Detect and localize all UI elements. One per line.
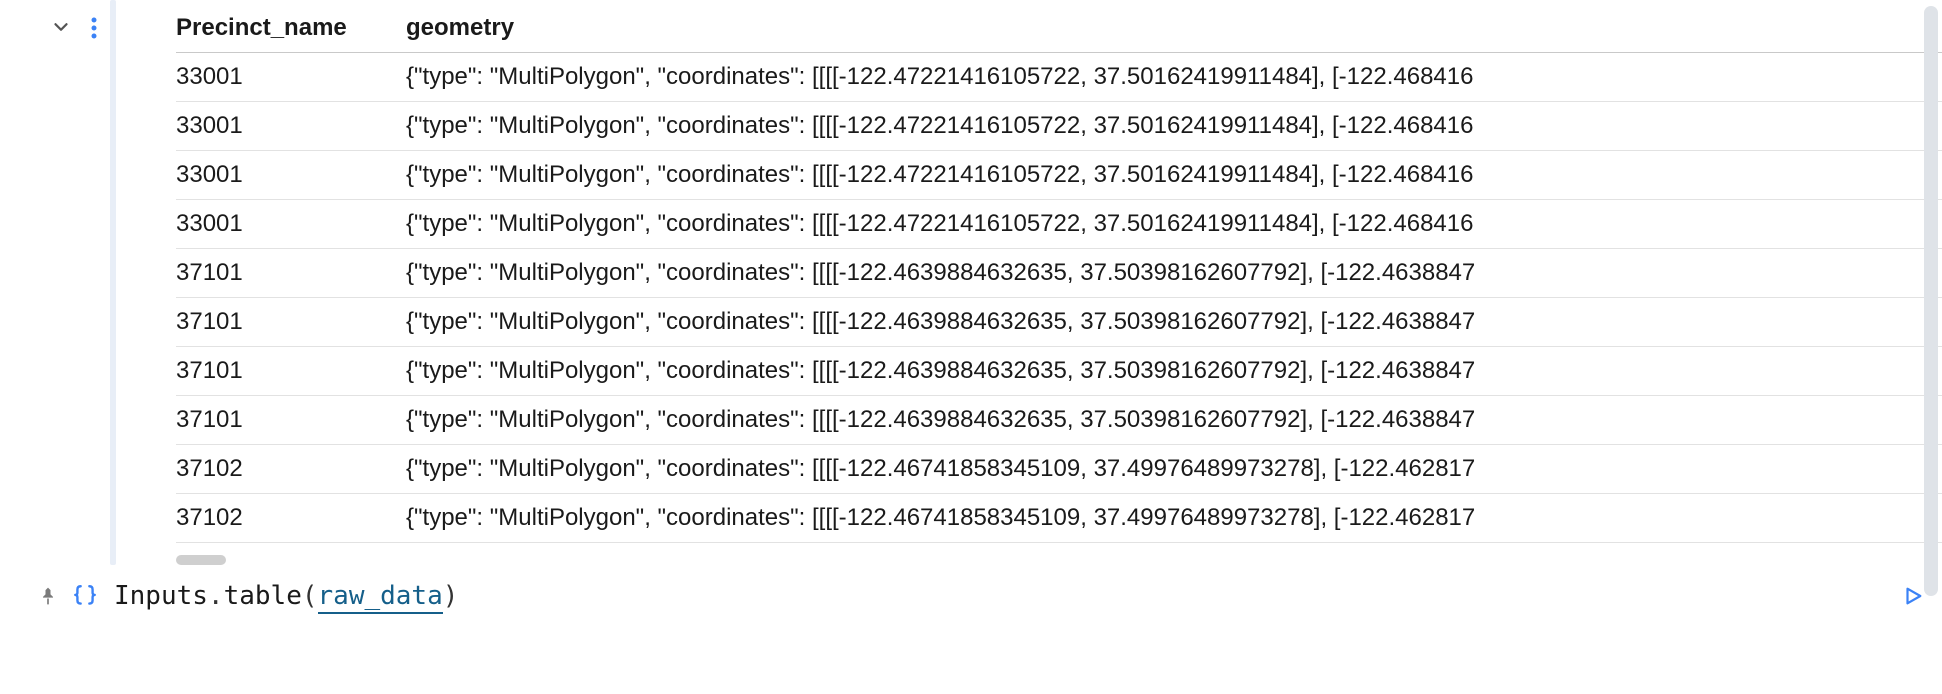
cell-geometry: {"type": "MultiPolygon", "coordinates": … [406,249,1942,298]
code-open-paren: ( [302,581,318,611]
column-header-geometry[interactable]: geometry [406,6,1942,53]
cell-precinct: 37101 [176,298,406,347]
cell-geometry: {"type": "MultiPolygon", "coordinates": … [406,53,1942,102]
cell-precinct: 33001 [176,102,406,151]
pin-icon[interactable] [38,584,58,608]
table-output: Precinct_name geometry 33001{"type": "Mu… [126,0,1942,565]
code-line[interactable]: Inputs.table(raw_data) [110,581,1902,611]
table-row[interactable]: 37102{"type": "MultiPolygon", "coordinat… [176,445,1942,494]
cell-geometry: {"type": "MultiPolygon", "coordinates": … [406,151,1942,200]
table-body: 33001{"type": "MultiPolygon", "coordinat… [176,53,1942,543]
output-cell: Precinct_name geometry 33001{"type": "Mu… [0,0,1942,565]
cell-precinct: 37102 [176,494,406,543]
cell-geometry: {"type": "MultiPolygon", "coordinates": … [406,200,1942,249]
table-row[interactable]: 37101{"type": "MultiPolygon", "coordinat… [176,396,1942,445]
horizontal-scrollbar[interactable] [176,555,1942,565]
code-gutter [0,583,110,609]
vertical-scrollbar[interactable] [1924,6,1938,596]
braces-icon[interactable] [72,583,98,609]
code-dot: . [208,581,224,611]
cell-geometry: {"type": "MultiPolygon", "coordinates": … [406,298,1942,347]
table-row[interactable]: 37101{"type": "MultiPolygon", "coordinat… [176,347,1942,396]
table-row[interactable]: 33001{"type": "MultiPolygon", "coordinat… [176,102,1942,151]
collapse-chevron-icon[interactable] [50,16,72,38]
cell-geometry: {"type": "MultiPolygon", "coordinates": … [406,347,1942,396]
table-row[interactable]: 37101{"type": "MultiPolygon", "coordinat… [176,298,1942,347]
cell-precinct: 37101 [176,249,406,298]
cell-precinct: 37101 [176,347,406,396]
cell-precinct: 33001 [176,53,406,102]
table-row[interactable]: 33001{"type": "MultiPolygon", "coordinat… [176,200,1942,249]
cell-geometry: {"type": "MultiPolygon", "coordinates": … [406,396,1942,445]
column-header-precinct[interactable]: Precinct_name [176,6,406,53]
table-row[interactable]: 33001{"type": "MultiPolygon", "coordinat… [176,151,1942,200]
table-row[interactable]: 33001{"type": "MultiPolygon", "coordinat… [176,53,1942,102]
cell-geometry: {"type": "MultiPolygon", "coordinates": … [406,494,1942,543]
cell-precinct: 33001 [176,200,406,249]
output-gutter [0,0,110,565]
cell-precinct: 33001 [176,151,406,200]
cell-precinct: 37102 [176,445,406,494]
code-method: table [224,581,302,611]
code-variable[interactable]: raw_data [318,581,443,614]
code-close-paren: ) [443,581,459,611]
cell-geometry: {"type": "MultiPolygon", "coordinates": … [406,102,1942,151]
code-cell[interactable]: Inputs.table(raw_data) [0,581,1942,611]
table-row[interactable]: 37102{"type": "MultiPolygon", "coordinat… [176,494,1942,543]
run-play-icon[interactable] [1902,583,1924,609]
cell-precinct: 37101 [176,396,406,445]
more-vertical-icon[interactable] [90,16,98,40]
table-row[interactable]: 37101{"type": "MultiPolygon", "coordinat… [176,249,1942,298]
code-identifier: Inputs [114,581,208,611]
cell-geometry: {"type": "MultiPolygon", "coordinates": … [406,445,1942,494]
data-table: Precinct_name geometry 33001{"type": "Mu… [176,6,1942,543]
cell-indicator-bar[interactable] [110,0,116,565]
horizontal-scrollbar-thumb[interactable] [176,555,226,565]
table-header-row: Precinct_name geometry [176,6,1942,53]
